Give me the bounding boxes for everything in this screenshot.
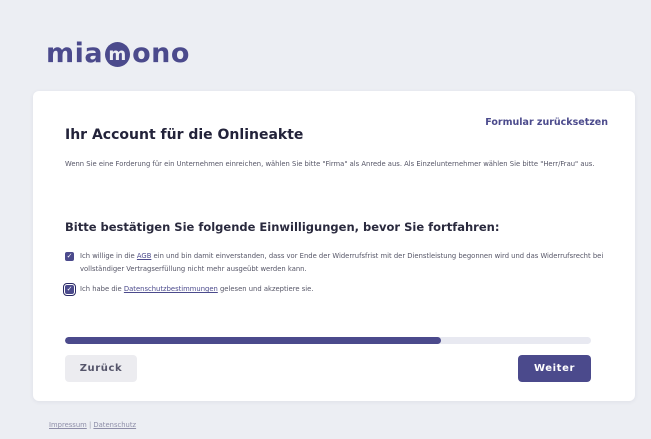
logo-mark-icon: m — [105, 42, 131, 67]
account-card: Formular zurücksetzen Ihr Account für di… — [33, 91, 635, 401]
agb-checkbox[interactable]: ✓ — [65, 252, 74, 261]
checkmark-icon: ✓ — [66, 252, 73, 260]
footer-links: Impressum | Datenschutz — [49, 421, 136, 429]
agb-text-after: ein und bin damit einverstanden, dass vo… — [80, 252, 604, 273]
consent-agb: ✓ Ich willige in die AGB ein und bin dam… — [65, 250, 613, 276]
privacy-text-before: Ich habe die — [80, 285, 124, 293]
back-button[interactable]: Zurück — [65, 355, 137, 382]
page: mia m ono Formular zurücksetzen Ihr Acco… — [0, 0, 651, 439]
datenschutz-link[interactable]: Datenschutz — [93, 421, 136, 429]
next-button[interactable]: Weiter — [518, 355, 591, 382]
card-title: Ihr Account für die Onlineakte — [65, 127, 304, 143]
agb-text-before: Ich willige in die — [80, 252, 137, 260]
privacy-policy-link[interactable]: Datenschutzbestimmungen — [124, 285, 218, 293]
privacy-consent-text: Ich habe die Datenschutzbestimmungen gel… — [80, 283, 314, 296]
agb-consent-text: Ich willige in die AGB ein und bin damit… — [80, 250, 613, 276]
privacy-checkbox[interactable]: ✓ — [63, 283, 76, 296]
privacy-text-after: gelesen und akzeptiere sie. — [217, 285, 314, 293]
checkmark-icon: ✓ — [66, 285, 73, 293]
brand-logo[interactable]: mia m ono — [46, 38, 190, 69]
logo-prefix: mia — [46, 38, 104, 69]
logo-suffix: ono — [132, 38, 190, 69]
intro-text: Wenn Sie eine Forderung für ein Unterneh… — [65, 160, 595, 168]
consent-heading: Bitte bestätigen Sie folgende Einwilligu… — [65, 220, 500, 234]
progress-bar — [65, 337, 591, 344]
reset-form-link[interactable]: Formular zurücksetzen — [485, 117, 608, 128]
consent-privacy: ✓ Ich habe die Datenschutzbestimmungen g… — [63, 283, 613, 296]
agb-link[interactable]: AGB — [137, 252, 151, 260]
progress-fill — [65, 337, 442, 344]
impressum-link[interactable]: Impressum — [49, 421, 87, 429]
